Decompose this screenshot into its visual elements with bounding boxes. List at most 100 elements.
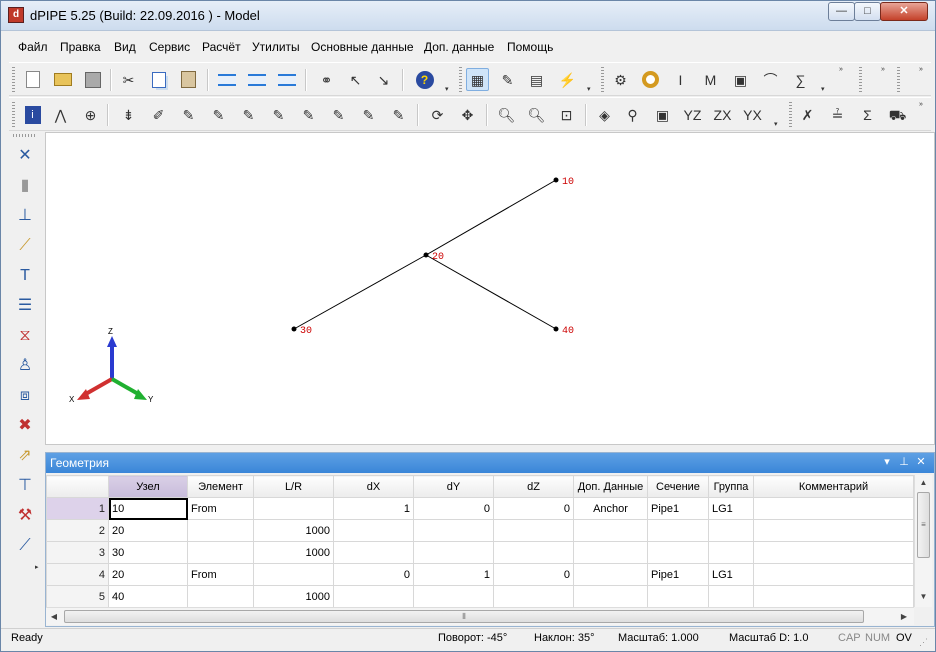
cell-comment[interactable]	[753, 497, 914, 520]
row-number[interactable]: 5	[46, 585, 109, 607]
pipe-segment[interactable]	[425, 254, 557, 330]
column-header-node[interactable]: Узел	[108, 475, 188, 498]
column-header-dz[interactable]: dZ	[493, 475, 574, 498]
sum-icon[interactable]: Σ	[856, 103, 879, 126]
horizontal-scroll-thumb[interactable]: ⦀	[64, 610, 864, 623]
cell-length[interactable]: 1000	[253, 519, 334, 542]
vertical-scroll-thumb[interactable]: ≡	[917, 492, 930, 558]
scroll-left-icon[interactable]: ◀	[46, 608, 62, 625]
menu-file[interactable]: Файл	[18, 40, 48, 54]
material-icon[interactable]: M	[699, 68, 722, 91]
open-folder-icon[interactable]	[51, 68, 74, 91]
redo-icon[interactable]: ↘	[372, 68, 395, 91]
table-row[interactable]: 4 20 From 0 1 0 Pipe1 LG1	[46, 563, 914, 586]
cell-dx[interactable]	[333, 541, 414, 564]
vertical-scrollbar[interactable]: ▲ ≡ ▼	[914, 475, 932, 607]
anchor-support-icon[interactable]: ⊥	[13, 204, 37, 228]
help-icon[interactable]: ?	[413, 68, 436, 91]
arrow-load-icon[interactable]: ⇗	[13, 444, 37, 468]
reducer-icon[interactable]: ⧖	[13, 324, 37, 348]
yz-plane-icon[interactable]: YZ	[681, 103, 704, 126]
toolbar-overflow-icon[interactable]: ▾	[445, 86, 453, 94]
cell-group[interactable]	[708, 585, 754, 607]
pencil-tool-icon[interactable]: ✎	[207, 103, 230, 126]
zoom-window-icon[interactable]: ⊡	[555, 103, 578, 126]
node-point[interactable]	[423, 252, 429, 258]
zoom-icon[interactable]: 🔍︎	[525, 103, 548, 126]
zx-plane-icon[interactable]: ZX	[711, 103, 734, 126]
menu-calculation[interactable]: Расчёт	[202, 40, 241, 54]
toolbar-grip[interactable]	[12, 67, 15, 93]
pipe-segment[interactable]	[293, 254, 427, 330]
flange-icon[interactable]: ☰	[13, 294, 37, 318]
cell-dz[interactable]	[493, 519, 574, 542]
cell-length[interactable]	[253, 563, 334, 586]
cell-dx[interactable]: 1	[333, 497, 414, 520]
grid-view-icon[interactable]: ▦	[466, 68, 489, 91]
cell-element[interactable]	[187, 519, 254, 542]
maximize-button[interactable]: □	[854, 2, 881, 21]
cell-element[interactable]: From	[187, 563, 254, 586]
table-row[interactable]: 2 20 1000	[46, 519, 914, 542]
column-header-extra-data[interactable]: Доп. Данные	[573, 475, 648, 498]
resize-grip-icon[interactable]: ⋰	[919, 637, 928, 648]
pan-icon[interactable]: ✥	[456, 103, 479, 126]
valve-element-icon[interactable]: ⧈	[13, 384, 37, 408]
cell-comment[interactable]	[753, 519, 914, 542]
cell-node[interactable]: 30	[108, 541, 188, 564]
snubber-icon[interactable]: ⚒	[13, 504, 37, 528]
toolbar-overflow-icon[interactable]: ▾	[587, 86, 595, 94]
cell-extra-data[interactable]	[573, 585, 648, 607]
support-icon[interactable]: ⚲	[621, 103, 644, 126]
cell-element[interactable]	[187, 541, 254, 564]
photo-view-icon[interactable]: ▣	[651, 103, 674, 126]
bend-tool-icon[interactable]: ✐	[147, 103, 170, 126]
model-viewport[interactable]: 10 20 30 40 Z X Y	[45, 132, 935, 445]
tee-icon[interactable]: T	[13, 264, 37, 288]
wand-icon[interactable]: ⚡	[556, 68, 579, 91]
cell-dx[interactable]	[333, 585, 414, 607]
cell-extra-data[interactable]	[573, 519, 648, 542]
cell-extra-data[interactable]: Anchor	[573, 497, 648, 520]
panel-menu-icon[interactable]: ▾	[880, 455, 894, 469]
pencil-tool-icon[interactable]: ✎	[327, 103, 350, 126]
table-row[interactable]: 1 10 From 1 0 0 Anchor Pipe1 LG1	[46, 497, 914, 520]
delete-element-icon[interactable]: ✕	[13, 144, 37, 168]
geometry-table[interactable]: Узел Элемент L/R dX dY dZ Доп. Данные Се…	[46, 475, 914, 607]
column-header-dx[interactable]: dX	[333, 475, 414, 498]
cell-element[interactable]: From	[187, 497, 254, 520]
split-icon[interactable]: ⇟	[117, 103, 140, 126]
cell-dz[interactable]: 0	[493, 563, 574, 586]
toolbar-grip[interactable]	[601, 67, 604, 93]
cell-length[interactable]	[253, 497, 334, 520]
save-icon[interactable]	[81, 68, 104, 91]
find-icon[interactable]: ⚭	[315, 68, 338, 91]
panel-close-icon[interactable]: ✕	[914, 455, 928, 469]
menu-help[interactable]: Помощь	[507, 40, 553, 54]
menu-main-data[interactable]: Основные данные	[311, 40, 414, 54]
cell-dy[interactable]	[413, 541, 494, 564]
table-row[interactable]: 3 30 1000	[46, 541, 914, 564]
pencil-tool-icon[interactable]: ✎	[387, 103, 410, 126]
toolbar-chevron-icon[interactable]: ▸	[35, 564, 43, 572]
yx-plane-icon[interactable]: YX	[741, 103, 764, 126]
cell-dz[interactable]	[493, 585, 574, 607]
pencil-tool-icon[interactable]: ✎	[237, 103, 260, 126]
toolbar-grip[interactable]	[897, 67, 900, 93]
ring-icon[interactable]	[639, 68, 662, 91]
cell-dz[interactable]	[493, 541, 574, 564]
cell-group[interactable]: LG1	[708, 563, 754, 586]
node-point[interactable]	[553, 177, 559, 183]
append-row-icon[interactable]	[275, 68, 298, 91]
cell-dx[interactable]: 0	[333, 563, 414, 586]
cell-comment[interactable]	[753, 541, 914, 564]
cell-dx[interactable]	[333, 519, 414, 542]
row-number[interactable]: 2	[46, 519, 109, 542]
menu-edit[interactable]: Правка	[60, 40, 101, 54]
row-number[interactable]: 1	[46, 497, 109, 520]
cell-group[interactable]	[708, 519, 754, 542]
scroll-right-icon[interactable]: ▶	[896, 608, 912, 625]
toolbar-overflow-icon[interactable]: ▾	[774, 121, 782, 129]
pencil-tool-icon[interactable]: ✎	[297, 103, 320, 126]
cell-node[interactable]: 40	[108, 585, 188, 607]
